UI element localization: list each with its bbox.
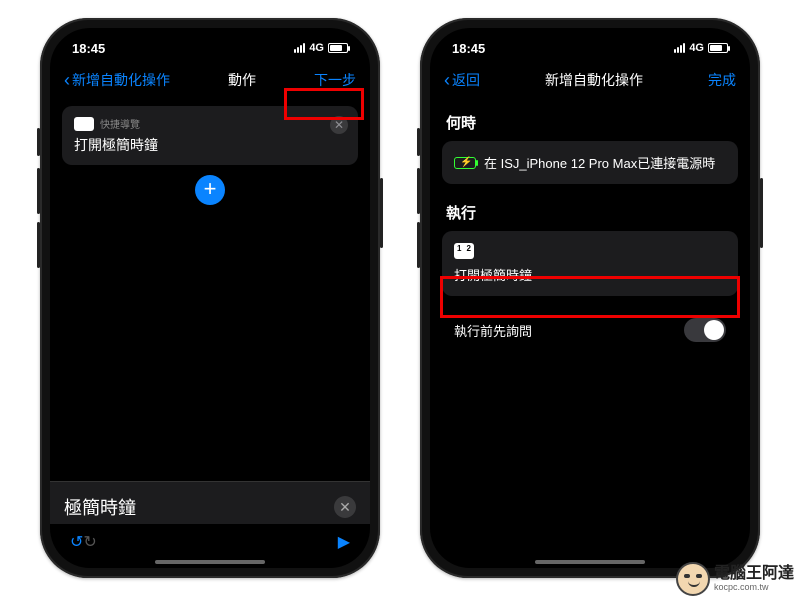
- section-run: 執行: [442, 196, 738, 231]
- notch: [520, 28, 660, 50]
- battery-icon: [328, 43, 348, 53]
- toolbar: ↺ ↻ ▶: [50, 526, 370, 558]
- home-indicator[interactable]: [155, 560, 265, 564]
- action-sub: 快捷導覽: [100, 116, 140, 131]
- nav-bar: ‹ 新增自動化操作 動作 下一步: [50, 62, 370, 98]
- phone-left: 18:45 4G ‹ 新增自動化操作 動作 下一步: [40, 18, 380, 578]
- chevron-left-icon: ‹: [444, 71, 450, 89]
- status-time: 18:45: [452, 41, 485, 56]
- back-label: 新增自動化操作: [72, 70, 170, 90]
- app-icon: [74, 117, 94, 131]
- nav-bar: ‹ 返回 新增自動化操作 完成: [430, 62, 750, 98]
- back-button[interactable]: ‹ 新增自動化操作: [64, 70, 170, 90]
- run-icon[interactable]: ▶: [338, 532, 350, 552]
- section-when: 何時: [442, 106, 738, 141]
- network-label: 4G: [689, 42, 704, 54]
- bottom-sheet: 極簡時鐘 ✕: [50, 481, 370, 524]
- run-row[interactable]: 打開極簡時鐘: [442, 231, 738, 296]
- watermark-name: 電腦王阿達: [714, 566, 794, 582]
- chevron-left-icon: ‹: [64, 71, 70, 89]
- remove-action-button[interactable]: ✕: [330, 116, 348, 134]
- status-time: 18:45: [72, 41, 105, 56]
- signal-icon: [674, 43, 685, 53]
- watermark-url: kocpc.com.tw: [714, 582, 794, 592]
- home-indicator[interactable]: [535, 560, 645, 564]
- battery-icon: [708, 43, 728, 53]
- watermark: 電腦王阿達 kocpc.com.tw: [676, 562, 794, 596]
- notch: [140, 28, 280, 50]
- done-button[interactable]: 完成: [708, 70, 736, 90]
- phone-right: 18:45 4G ‹ 返回 新增自動化操作 完成 何時 ⚡: [420, 18, 760, 578]
- run-text: 打開極簡時鐘: [454, 265, 532, 284]
- redo-icon: ↻: [83, 532, 96, 552]
- nav-title: 動作: [170, 70, 314, 90]
- sheet-close-button[interactable]: ✕: [334, 496, 356, 518]
- mascot-icon: [676, 562, 710, 596]
- back-button[interactable]: ‹ 返回: [444, 70, 480, 90]
- next-button[interactable]: 下一步: [314, 70, 356, 90]
- action-title: 打開極簡時鐘: [74, 135, 346, 155]
- signal-icon: [294, 43, 305, 53]
- action-card[interactable]: 快捷導覽 打開極簡時鐘 ✕: [62, 106, 358, 165]
- nav-title: 新增自動化操作: [480, 70, 708, 90]
- when-row[interactable]: ⚡ 在 ISJ_iPhone 12 Pro Max已連接電源時: [442, 141, 738, 184]
- back-label: 返回: [452, 70, 480, 90]
- calendar-icon: [454, 243, 474, 259]
- when-text: 在 ISJ_iPhone 12 Pro Max已連接電源時: [484, 153, 715, 172]
- network-label: 4G: [309, 42, 324, 54]
- ask-before-toggle[interactable]: [684, 318, 726, 342]
- toggle-label: 執行前先詢問: [454, 321, 532, 340]
- ask-before-row: 執行前先詢問: [442, 308, 738, 352]
- charging-icon: ⚡: [454, 157, 476, 169]
- add-action-button[interactable]: +: [195, 175, 225, 205]
- undo-icon[interactable]: ↺: [70, 532, 83, 552]
- sheet-title: 極簡時鐘: [64, 494, 136, 520]
